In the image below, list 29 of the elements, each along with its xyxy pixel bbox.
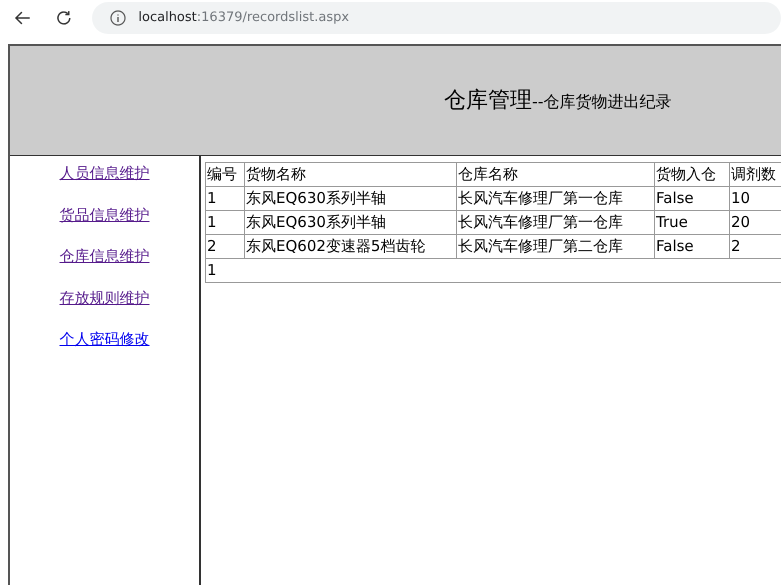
nav-link[interactable]: 存放规则维护 [60, 286, 150, 309]
page-title: 仓库管理--仓库货物进出纪录 [444, 87, 672, 115]
table-cell: 1 [206, 210, 244, 234]
nav-link[interactable]: 个人密码修改 [60, 328, 150, 350]
column-header: 货物入仓 [654, 162, 730, 186]
address-bar[interactable]: localhost:16379/recordslist.aspx [92, 2, 781, 34]
table-cell: 东风EQ602变速器5档齿轮 [244, 234, 456, 258]
table-cell: 东风EQ630系列半轴 [244, 186, 456, 210]
info-icon[interactable] [110, 10, 126, 26]
table-cell: 2 [206, 234, 244, 258]
column-header: 货物名称 [244, 162, 456, 186]
table-cell: False [654, 234, 730, 258]
back-icon[interactable] [14, 9, 32, 27]
table-cell: 长风汽车修理厂第一仓库 [456, 210, 654, 234]
nav-link[interactable]: 人员信息维护 [60, 162, 150, 184]
column-header: 编号 [206, 162, 244, 186]
page-number: 1 [207, 260, 217, 279]
table-cell: False [654, 186, 730, 210]
table-cell: 长风汽车修理厂第一仓库 [456, 186, 654, 210]
table-cell: True [654, 210, 730, 234]
nav-link[interactable]: 仓库信息维护 [60, 245, 150, 268]
column-header: 仓库名称 [456, 162, 654, 186]
reload-icon[interactable] [54, 9, 72, 27]
column-header: 调剂数 [730, 162, 781, 186]
table-cell: 东风EQ630系列半轴 [244, 210, 456, 234]
nav-link[interactable]: 货品信息维护 [60, 204, 150, 226]
table-cell: 1 [206, 186, 244, 210]
table-cell: 长风汽车修理厂第二仓库 [456, 234, 654, 258]
url-text: localhost:16379/recordslist.aspx [138, 9, 350, 28]
